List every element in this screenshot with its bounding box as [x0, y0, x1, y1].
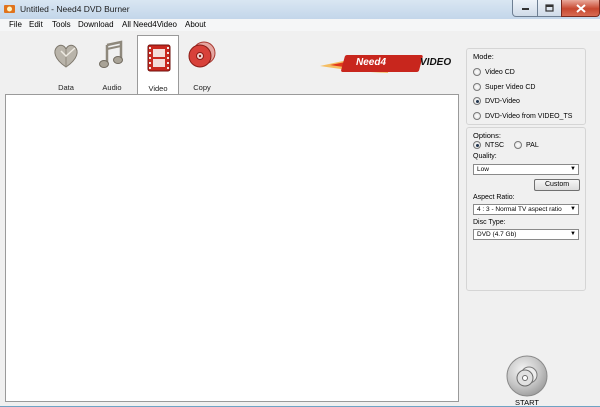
quality-select[interactable]: Low ▼ [473, 164, 579, 175]
quality-label: Quality: [473, 153, 497, 160]
tab-data[interactable]: Data [45, 33, 87, 94]
menu-bar: File Edit Tools Download All Need4Video … [0, 19, 600, 31]
aspect-ratio-value: 4 : 3 - Normal TV aspect ratio [477, 206, 562, 213]
disc-type-select[interactable]: DVD (4.7 Gb) ▼ [473, 229, 579, 240]
close-button[interactable] [561, 0, 600, 17]
maximize-button[interactable] [537, 0, 562, 17]
radio-button[interactable] [514, 141, 522, 149]
tab-data-label: Data [58, 83, 74, 92]
disc-type-label: Disc Type: [473, 219, 506, 226]
logo-text-need4: Need4 [356, 57, 387, 68]
menu-tools[interactable]: Tools [52, 20, 71, 29]
ntsc-option[interactable]: NTSC [473, 141, 504, 149]
mode-option-label: DVD-Video [485, 97, 520, 105]
mode-group: Mode: Video CD Super Video CD DVD-Video … [466, 48, 586, 125]
chevron-down-icon: ▼ [570, 206, 576, 212]
tab-audio[interactable]: Audio [91, 33, 133, 94]
quality-value: Low [477, 166, 489, 173]
mode-title: Mode: [473, 52, 494, 61]
radio-button-selected[interactable] [473, 97, 481, 105]
disc-copy-icon [188, 41, 216, 68]
minimize-icon [521, 8, 529, 10]
aspect-ratio-select[interactable]: 4 : 3 - Normal TV aspect ratio ▼ [473, 204, 579, 215]
app-icon [4, 5, 15, 13]
mode-option-dvd-video[interactable]: DVD-Video [473, 97, 520, 105]
radio-button[interactable] [473, 83, 481, 91]
tab-video-label: Video [148, 84, 168, 93]
radio-button[interactable] [473, 68, 481, 76]
mode-option-video-cd[interactable]: Video CD [473, 68, 515, 76]
chevron-down-icon: ▼ [570, 166, 576, 172]
disc-type-value: DVD (4.7 Gb) [477, 231, 517, 238]
radio-button[interactable] [473, 112, 481, 120]
mode-option-label: Video CD [485, 68, 515, 76]
menu-download[interactable]: Download [78, 20, 114, 29]
radio-button-selected[interactable] [473, 141, 481, 149]
mode-option-super-video-cd[interactable]: Super Video CD [473, 83, 535, 91]
tab-audio-label: Audio [102, 83, 122, 92]
pal-option[interactable]: PAL [514, 141, 539, 149]
mode-option-label: DVD-Video from VIDEO_TS [485, 112, 573, 120]
options-title: Options: [473, 131, 501, 140]
options-group: Options: NTSC PAL Quality: Low ▼ Custom … [466, 127, 586, 291]
mode-option-label: Super Video CD [485, 83, 536, 91]
video-file-list[interactable] [5, 94, 459, 402]
pal-label: PAL [526, 141, 539, 149]
maximize-icon [545, 4, 554, 12]
mode-option-dvd-video-ts[interactable]: DVD-Video from VIDEO_TS [473, 112, 572, 120]
close-icon [575, 3, 586, 13]
chevron-down-icon: ▼ [570, 231, 576, 237]
menu-edit[interactable]: Edit [29, 20, 43, 29]
window-title: Untitled - Need4 DVD Burner [20, 4, 130, 14]
minimize-button[interactable] [512, 0, 538, 17]
tab-copy-label: Copy [193, 83, 211, 92]
menu-about[interactable]: About [185, 20, 206, 29]
app-window: Untitled - Need4 DVD Burner File Edit To… [0, 0, 600, 407]
start-burn-button[interactable] [506, 355, 548, 397]
tab-video[interactable]: Video [137, 35, 179, 95]
ntsc-label: NTSC [485, 141, 505, 149]
aspect-ratio-label: Aspect Ratio: [473, 194, 515, 201]
menu-all-need4video[interactable]: All Need4Video [122, 20, 177, 29]
title-bar: Untitled - Need4 DVD Burner [0, 0, 600, 20]
film-reel-icon [147, 44, 171, 72]
data-heart-icon [54, 44, 78, 68]
music-note-icon [99, 40, 123, 68]
custom-button[interactable]: Custom [534, 179, 580, 191]
menu-file[interactable]: File [9, 20, 22, 29]
logo-text-video: VIDEO [420, 57, 452, 68]
tab-copy[interactable]: Copy [181, 33, 223, 94]
